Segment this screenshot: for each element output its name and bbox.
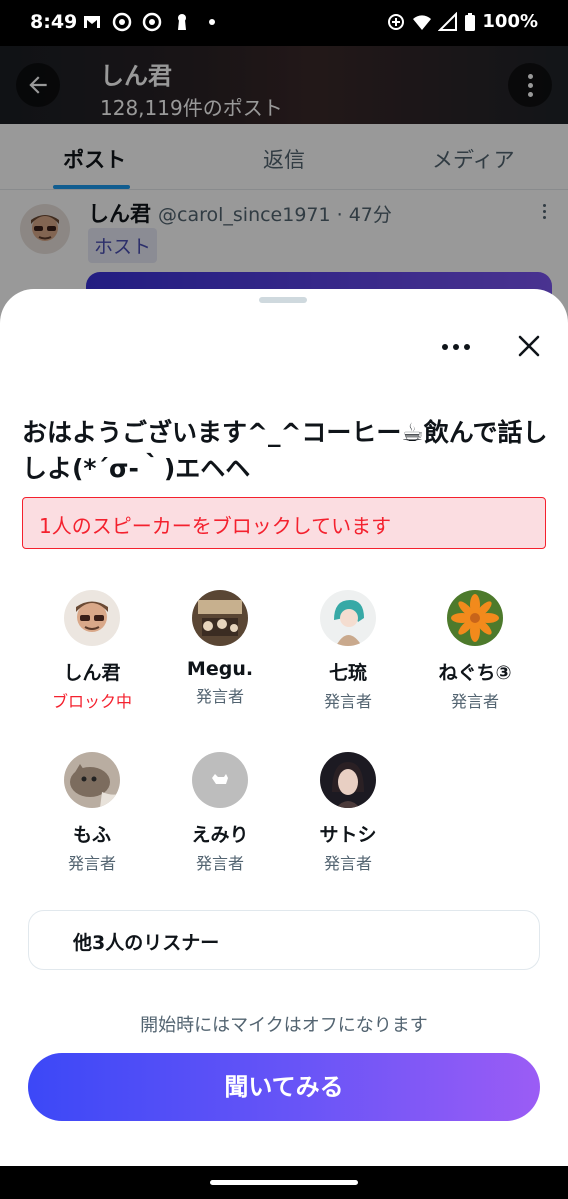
- signal-icon: [438, 11, 458, 31]
- space-title: おはようございます^_^コーヒー☕飲んで話ししよ(*´σ-｀)エヘヘ: [22, 418, 548, 483]
- avatar: [64, 752, 120, 808]
- participant-name: しん君: [63, 662, 121, 684]
- block-notice: 1人のスピーカーをブロックしています: [22, 497, 546, 549]
- participant-role: 発言者: [323, 692, 372, 711]
- sheet-more-icon[interactable]: [438, 337, 474, 357]
- participant-role: 発言者: [195, 687, 244, 706]
- dot-icon: [209, 19, 215, 25]
- chrome-icon: [112, 12, 132, 32]
- participant-6[interactable]: えみり 発言者: [156, 752, 284, 874]
- participant-role: 発言者: [450, 692, 499, 711]
- avatar: [192, 590, 248, 646]
- participant-name: ねぐち③: [438, 662, 512, 684]
- sheet-drag-handle[interactable]: [259, 297, 307, 303]
- participant-name: Megu.: [186, 658, 254, 680]
- participant-role: 発言者: [323, 854, 372, 873]
- participant-1[interactable]: しん君 ブロック中: [28, 590, 156, 712]
- participant-5[interactable]: もふ 発言者: [28, 752, 156, 874]
- participant-role: 発言者: [195, 854, 244, 873]
- navigation-bar: [0, 1166, 568, 1199]
- participant-name: 七琉: [328, 662, 367, 684]
- status-time: 8:49: [30, 11, 78, 33]
- mic-off-note: 開始時にはマイクはオフになります: [140, 1015, 428, 1036]
- avatar: [192, 752, 248, 808]
- gmail-icon: [84, 16, 100, 28]
- wifi-icon: [413, 14, 432, 30]
- space-bottom-sheet: おはようございます^_^コーヒー☕飲んで話ししよ(*´σ-｀)エヘヘ 1人のスピ…: [0, 289, 568, 1166]
- participant-role: ブロック中: [51, 692, 132, 711]
- status-bar: 8:49 100%: [0, 0, 568, 46]
- close-icon[interactable]: [512, 329, 546, 363]
- participant-3[interactable]: 七琉 発言者: [284, 590, 412, 712]
- avatar: [320, 590, 376, 646]
- avatar: [320, 752, 376, 808]
- listeners-row[interactable]: 他3人のリスナー: [28, 910, 540, 970]
- participant-4[interactable]: ねぐち③ 発言者: [411, 590, 539, 712]
- participant-name: サトシ: [319, 824, 377, 846]
- battery-icon: [465, 12, 476, 31]
- participant-role: 発言者: [67, 854, 116, 873]
- participant-7[interactable]: サトシ 発言者: [284, 752, 412, 874]
- participant-name: えみり: [191, 824, 249, 846]
- listen-button[interactable]: 聞いてみる: [28, 1053, 540, 1121]
- data-saver-icon: [388, 13, 405, 30]
- chrome-icon: [142, 12, 162, 32]
- participant-name: もふ: [72, 824, 111, 846]
- participant-2[interactable]: Megu. 発言者: [156, 590, 284, 707]
- avatar: [64, 590, 120, 646]
- home-gesture-handle[interactable]: [210, 1180, 358, 1185]
- battery-percent: 100%: [482, 11, 538, 32]
- avatar: [447, 590, 503, 646]
- keyhole-icon: [178, 14, 186, 30]
